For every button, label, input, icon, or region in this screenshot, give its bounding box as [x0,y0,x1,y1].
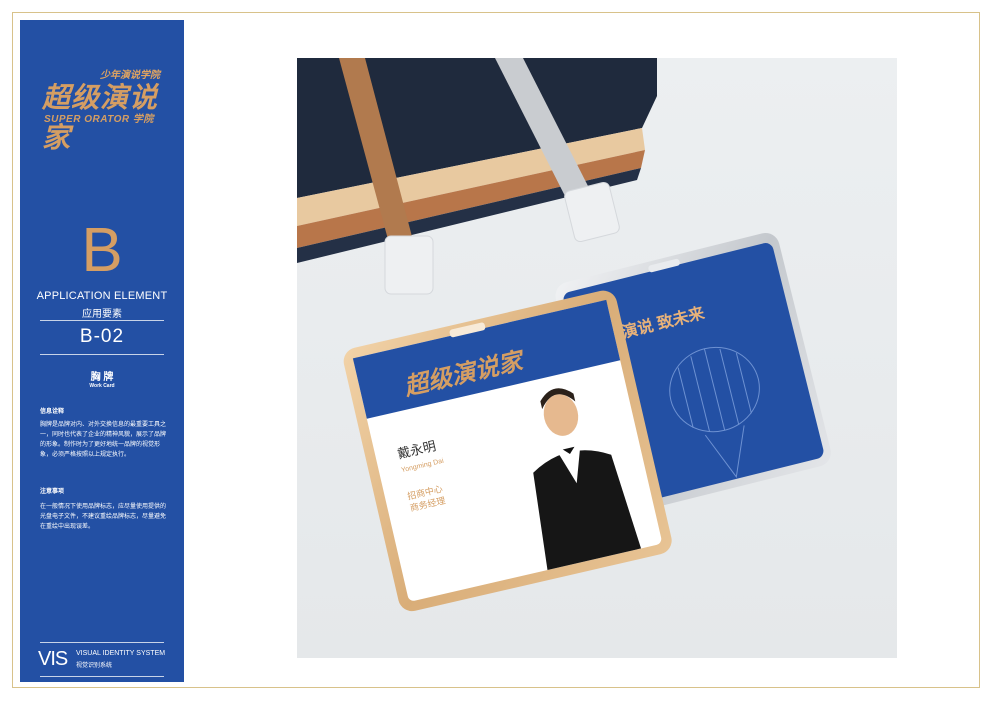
clip-gold [384,235,434,295]
sidebar: 少年演说学院 超级演说家 SUPER ORATOR 学院 B APPLICATI… [20,20,184,682]
divider [40,642,164,643]
section-title-en: APPLICATION ELEMENT [36,290,168,302]
mockup-illustration: 用演说 致未来 超级演说家 戴永明 Yongming Dai 招商中心 商务经理 [297,58,831,612]
card-front: 超级演说家 戴永明 Yongming Dai 招商中心 商务经理 [343,290,672,612]
clip-silver [564,181,620,243]
divider [40,676,164,677]
section-code: B-02 [79,326,125,347]
logo-english: SUPER ORATOR 学院 [44,114,154,125]
info-heading: 信息诠释 [40,409,65,415]
vis-mark: VIS [38,648,68,670]
section-letter: B [81,216,123,285]
notes-heading: 注意事项 [40,489,65,495]
vis-chinese: 视觉识别系统 [76,663,113,669]
item-title: 胸 牌 [90,372,114,383]
work-card-mockup-photo: 用演说 致未来 超级演说家 戴永明 Yongming Dai 招商中心 商务经理 [297,58,897,658]
vis-english: VISUAL IDENTITY SYSTEM [76,650,166,657]
info-body: 胸牌是品牌对内、对外交换信息的最重要工具之一，同时也代表了企业的精神风貌，展示了… [40,422,167,458]
item-subtitle: Work Card [89,383,115,389]
divider [40,320,164,321]
section-title-cn: 应用要素 [82,309,122,320]
notes-body: 在一般情况下使用品牌标志，应尽量使用提供的光盘电子文件，不建议重绘品牌标志，尽量… [40,504,167,530]
divider [40,354,164,355]
brand-logo: 少年演说学院 超级演说家 SUPER ORATOR 学院 [38,66,178,153]
